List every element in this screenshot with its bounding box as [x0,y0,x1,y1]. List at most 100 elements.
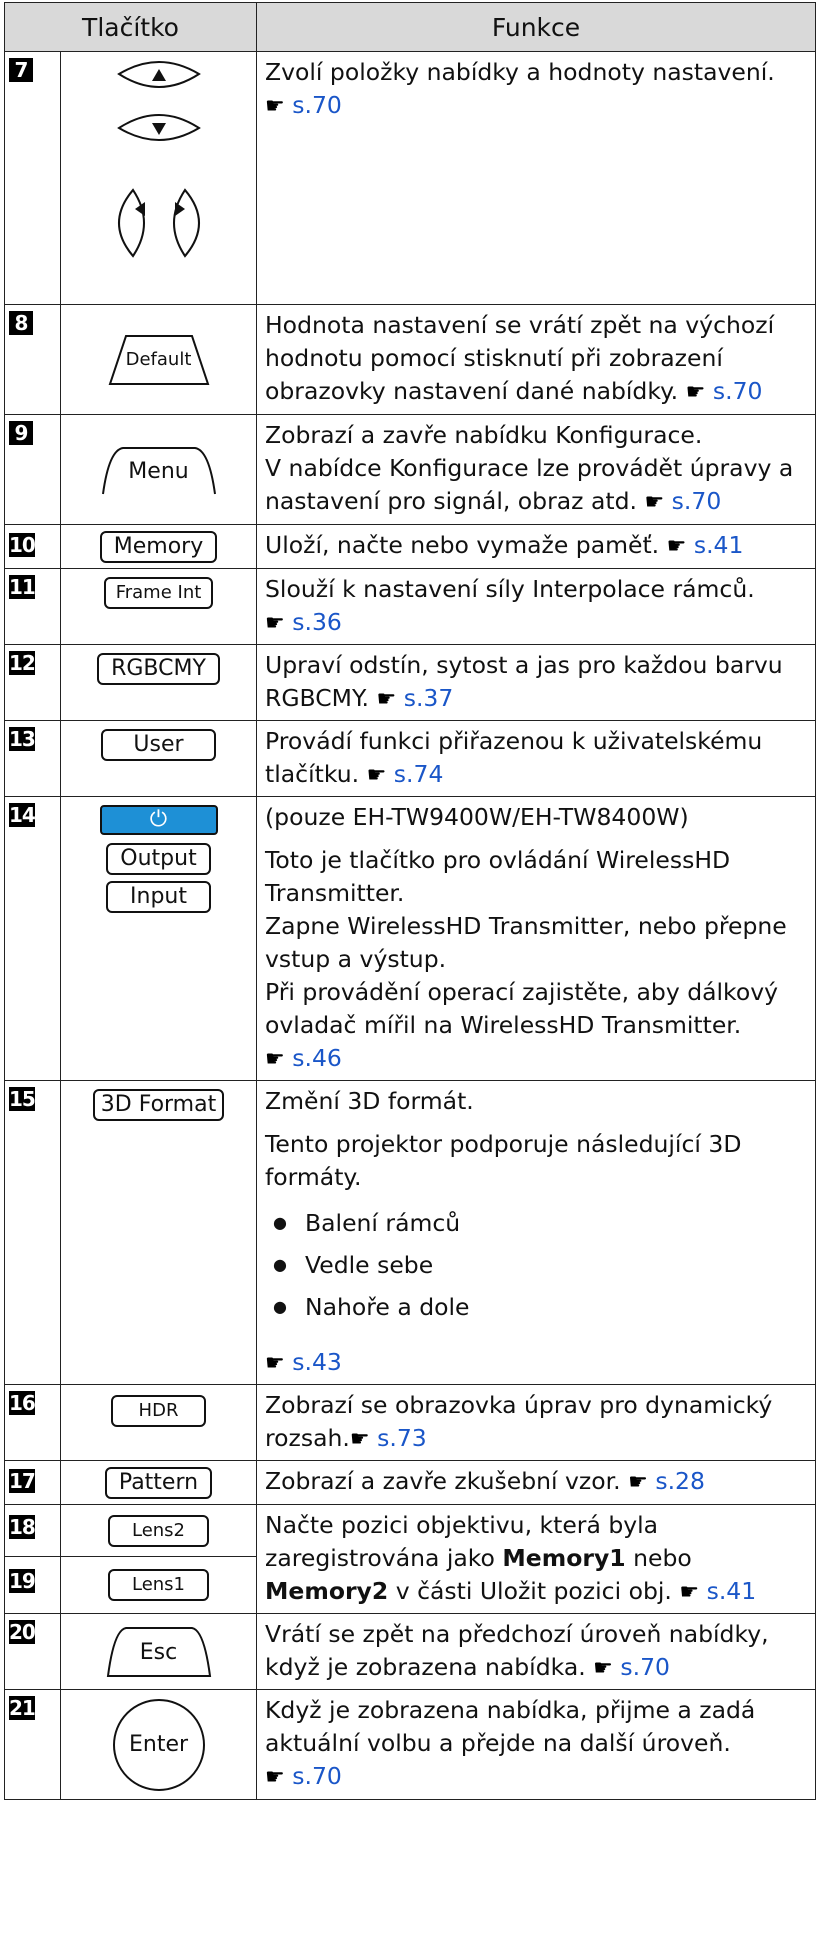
header-button: Tlačítko [3,2,258,52]
page-link[interactable]: s.37 [404,684,454,712]
list-item: Vedle sebe [273,1244,805,1286]
pattern-key[interactable]: Pattern [104,1466,213,1499]
page-link[interactable]: s.70 [672,487,722,515]
function-text: Zobrazí a zavře nabídku Konfigurace. [265,421,703,449]
row-number: 21 [9,1696,36,1720]
frame-int-key[interactable]: Frame Int [103,577,214,609]
function-text: Zobrazí se obrazovka úprav pro dynamický… [265,1391,773,1452]
model-note: (pouze EH-TW9400W/EH-TW8400W) [265,803,689,831]
function-text: Zvolí položky nabídky a hodnoty nastaven… [265,58,775,86]
rgbcmy-key[interactable]: RGBCMY [97,653,220,685]
function-cell: Upraví odstín, sytost a jas pro každou b… [256,644,816,721]
function-text: Zapne WirelessHD Transmitter, nebo přepn… [265,912,787,973]
page-link[interactable]: s.41 [707,1577,757,1605]
function-cell: Slouží k nastavení síly Interpolace rámc… [256,568,816,645]
function-cell: Změní 3D formát. Tento projektor podporu… [256,1080,816,1385]
page-link[interactable]: s.74 [394,760,444,788]
page-link[interactable]: s.43 [292,1348,342,1376]
pointing-hand-icon: ☛ [666,534,687,559]
function-text: v části Uložit pozici obj. [388,1577,672,1605]
row-number: 8 [9,311,33,335]
right-arrow-key[interactable] [173,188,200,258]
row-number: 17 [9,1469,36,1493]
row-number: 7 [9,58,33,82]
page-link[interactable]: s.41 [694,531,744,559]
header-function: Funkce [256,2,816,52]
function-text: nebo [625,1544,692,1572]
lens1-key[interactable]: Lens1 [107,1569,210,1602]
function-text: Upraví odstín, sytost a jas pro každou b… [265,651,783,712]
function-text: Vrátí se zpět na předchozí úroveň nabídk… [265,1620,769,1681]
page-link[interactable]: s.28 [655,1467,705,1495]
function-cell: Uloží, načte nebo vymaže paměť. ☛ s.41 [256,524,816,569]
page-link[interactable]: s.70 [713,377,763,405]
row-number: 14 [9,803,36,827]
pointing-hand-icon: ☛ [644,490,665,515]
pointing-hand-icon: ☛ [685,380,706,405]
pointing-hand-icon: ☛ [265,1765,285,1790]
output-key[interactable]: Output [106,843,211,875]
pointing-hand-icon: ☛ [265,94,285,119]
list-item: Nahoře a dole [273,1286,805,1328]
hdr-key[interactable]: HDR [110,1395,207,1427]
function-cell: Hodnota nastavení se vrátí zpět na výcho… [256,304,816,415]
key-label: Enter [128,1731,189,1757]
3d-format-key[interactable]: 3D Format [92,1089,225,1121]
function-cell: Vrátí se zpět na předchozí úroveň nabídk… [256,1613,816,1690]
function-cell: Provádí funkci přiřazenou k uživatelském… [256,720,816,797]
row-number: 18 [9,1515,36,1539]
pointing-hand-icon: ☛ [265,1351,285,1376]
page-link[interactable]: s.73 [377,1424,427,1452]
key-label: Esc [139,1639,178,1665]
page-link[interactable]: s.46 [292,1044,342,1072]
function-cell: Když je zobrazena nabídka, přijme a zadá… [256,1689,816,1800]
power-key[interactable]: ⏻ [99,805,218,835]
arrow-buttons [59,51,258,305]
function-text: Uloží, načte nebo vymaže paměť. [265,531,660,559]
memory2-term: Memory2 [265,1577,389,1605]
function-text: Slouží k nastavení síly Interpolace rámc… [265,575,755,603]
pointing-hand-icon: ☛ [593,1656,613,1681]
format-list: Balení rámců Vedle sebe Nahoře a dole [265,1202,805,1328]
pointing-hand-icon: ☛ [679,1580,700,1605]
function-cell: Zobrazí a zavře nabídku Konfigurace. V n… [256,414,816,525]
row-number: 16 [9,1391,36,1415]
function-text: Když je zobrazena nabídka, přijme a zadá… [265,1696,756,1757]
power-icon: ⏻ [149,807,168,832]
esc-key[interactable]: Esc [104,1624,214,1680]
page-link[interactable]: s.70 [292,1762,342,1790]
menu-key[interactable]: Menu [99,444,219,496]
down-arrow-key[interactable] [117,114,201,141]
function-cell: (pouze EH-TW9400W/EH-TW8400W) Toto je tl… [256,796,816,1081]
list-item: Balení rámců [273,1202,805,1244]
page-link[interactable]: s.36 [292,608,342,636]
row-number: 19 [9,1569,36,1594]
default-key[interactable]: Default [104,332,214,388]
row-number: 11 [9,575,36,599]
page-link[interactable]: s.70 [292,91,342,119]
left-arrow-key[interactable] [118,188,145,258]
memory-key[interactable]: Memory [99,530,218,563]
pointing-hand-icon: ☛ [376,687,397,712]
function-cell: Zvolí položky nabídky a hodnoty nastaven… [256,51,816,305]
row-number: 15 [9,1087,36,1111]
lens2-key[interactable]: Lens2 [107,1514,210,1547]
function-cell: Načte pozici objektivu, která byla zareg… [256,1504,816,1614]
row-number: 13 [9,727,36,751]
enter-key[interactable]: Enter [112,1698,205,1791]
key-label: Default [125,348,192,370]
row-number: 12 [9,651,36,675]
user-key[interactable]: User [101,729,216,761]
page-link[interactable]: s.70 [620,1653,670,1681]
function-text: Provádí funkci přiřazenou k uživatelském… [265,727,763,788]
function-cell: Zobrazí se obrazovka úprav pro dynamický… [256,1384,816,1461]
input-key[interactable]: Input [106,881,211,913]
row-number: 20 [9,1620,36,1644]
row-number: 10 [9,533,36,557]
row-number: 9 [9,421,33,445]
up-arrow-key[interactable] [117,61,201,88]
pointing-hand-icon: ☛ [628,1470,648,1495]
function-text: Tento projektor podporuje následující 3D… [265,1130,742,1191]
function-cell: Zobrazí a zavře zkušební vzor. ☛ s.28 [256,1460,816,1505]
function-text: Toto je tlačítko pro ovládání WirelessHD… [265,846,731,907]
